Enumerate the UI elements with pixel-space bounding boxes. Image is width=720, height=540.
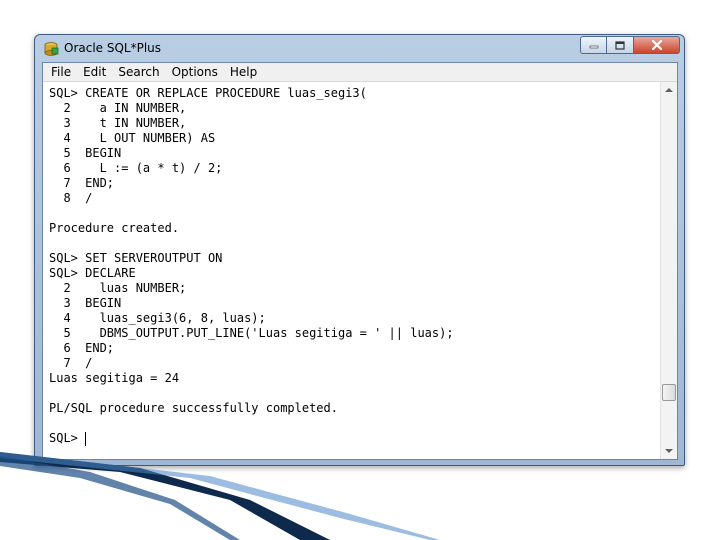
- menu-bar: File Edit Search Options Help: [43, 63, 677, 82]
- terminal-line: 5 DBMS_OUTPUT.PUT_LINE('Luas segitiga = …: [49, 326, 454, 340]
- terminal-line: 3 BEGIN: [49, 296, 122, 310]
- close-button[interactable]: [634, 36, 680, 54]
- vertical-scrollbar[interactable]: [660, 82, 677, 459]
- menu-file[interactable]: File: [49, 65, 73, 79]
- terminal-line: SQL> CREATE OR REPLACE PROCEDURE luas_se…: [49, 86, 367, 100]
- terminal-line: SQL> SET SERVEROUTPUT ON: [49, 251, 223, 265]
- terminal-line: 6 END;: [49, 341, 115, 355]
- menu-options[interactable]: Options: [170, 65, 220, 79]
- terminal-line: 2 a IN NUMBER,: [49, 101, 187, 115]
- terminal-line: 7 END;: [49, 176, 115, 190]
- scroll-up-arrow[interactable]: [665, 86, 673, 94]
- terminal-line: Luas segitiga = 24: [49, 371, 180, 385]
- terminal-line: SQL>: [49, 431, 86, 445]
- slide-decoration: [0, 452, 440, 540]
- sqlplus-window: Oracle SQL*Plus File Edit Search Options…: [34, 34, 685, 466]
- title-bar[interactable]: Oracle SQL*Plus: [35, 35, 684, 62]
- menu-help[interactable]: Help: [228, 65, 259, 79]
- terminal-line: Procedure created.: [49, 221, 180, 235]
- minimize-button[interactable]: [580, 36, 607, 54]
- minimize-icon: [589, 45, 598, 49]
- chevron-up-icon: [665, 88, 673, 92]
- maximize-button[interactable]: [607, 36, 634, 54]
- terminal-line: 2 luas NUMBER;: [49, 281, 187, 295]
- terminal-output[interactable]: SQL> CREATE OR REPLACE PROCEDURE luas_se…: [43, 82, 663, 459]
- terminal-line: 6 L := (a * t) / 2;: [49, 161, 223, 175]
- maximize-icon: [615, 40, 625, 50]
- window-title: Oracle SQL*Plus: [64, 41, 162, 55]
- menu-search[interactable]: Search: [116, 65, 161, 79]
- terminal-line: 8 /: [49, 191, 93, 205]
- terminal-line: 4 luas_segi3(6, 8, luas);: [49, 311, 266, 325]
- terminal-line: SQL> DECLARE: [49, 266, 136, 280]
- terminal-line: 7 /: [49, 356, 93, 370]
- terminal-line: 4 L OUT NUMBER) AS: [49, 131, 216, 145]
- caption-buttons: [580, 36, 680, 56]
- scroll-thumb[interactable]: [662, 384, 676, 401]
- terminal-line: 3 t IN NUMBER,: [49, 116, 187, 130]
- terminal-line: 5 BEGIN: [49, 146, 122, 160]
- client-area: File Edit Search Options Help SQL> CREAT…: [42, 62, 678, 460]
- text-cursor: [85, 432, 87, 446]
- close-icon: [651, 40, 662, 50]
- terminal-line: PL/SQL procedure successfully completed.: [49, 401, 338, 415]
- menu-edit[interactable]: Edit: [81, 65, 108, 79]
- oracle-app-icon: [44, 42, 59, 56]
